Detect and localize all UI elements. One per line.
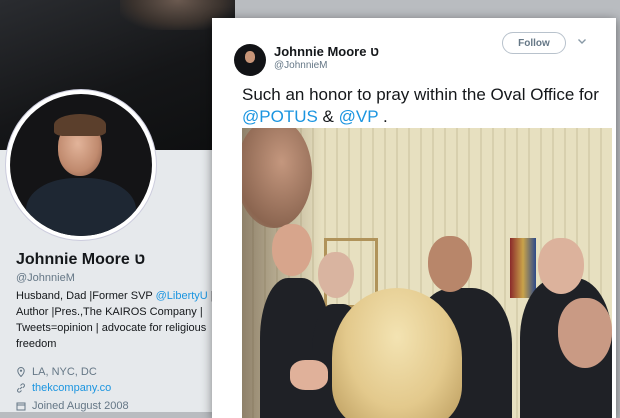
tweet-text-segment: . <box>378 107 388 126</box>
tweet-author-handle[interactable]: @JohnnieM <box>274 60 328 71</box>
tweet-text: Such an honor to pray within the Oval Of… <box>242 84 602 128</box>
profile-handle[interactable]: @JohnnieM <box>16 272 75 284</box>
bio-mention-link[interactable]: @LibertyU <box>156 290 208 302</box>
photo-person-head <box>428 236 472 292</box>
photo-hand <box>290 360 328 390</box>
calendar-icon <box>16 402 26 411</box>
photo-flag <box>510 238 536 298</box>
photo-person-head <box>558 298 612 368</box>
website-link[interactable]: thekcompany.co <box>32 382 111 394</box>
tweet-photo[interactable] <box>242 128 612 418</box>
profile-page-background: Johnnie Moore ט @JohnnieM Husband, Dad |… <box>0 0 235 412</box>
tweet-author-avatar[interactable] <box>234 44 266 76</box>
joined-text: Joined August 2008 <box>32 400 129 412</box>
profile-name: Johnnie Moore ט <box>16 251 146 268</box>
tweet-text-segment: Such an honor to pray within the Oval Of… <box>242 85 599 104</box>
link-icon <box>17 383 25 393</box>
photo-person-head <box>272 224 312 276</box>
profile-location: LA, NYC, DC <box>16 366 97 378</box>
location-pin-icon <box>17 367 25 377</box>
bio-text: Husband, Dad |Former SVP <box>16 290 156 302</box>
profile-bio: Husband, Dad |Former SVP @LibertyU | Aut… <box>16 288 216 352</box>
tweet-author-name[interactable]: Johnnie Moore ט <box>274 44 379 59</box>
profile-website: thekcompany.co <box>16 382 111 394</box>
profile-joined: Joined August 2008 <box>16 400 129 412</box>
follow-button[interactable]: Follow <box>502 32 566 54</box>
photo-person-head <box>318 252 354 298</box>
tweet-card: Johnnie Moore ט @JohnnieM Follow Such an… <box>212 18 616 418</box>
mention-vp-link[interactable]: @VP <box>339 107 379 126</box>
chevron-down-icon[interactable] <box>577 36 587 46</box>
profile-avatar[interactable] <box>6 90 156 240</box>
photo-person-head <box>538 238 584 294</box>
mention-potus-link[interactable]: @POTUS <box>242 107 318 126</box>
photo-blond-head <box>332 288 462 418</box>
tweet-text-segment: & <box>317 107 339 126</box>
location-text: LA, NYC, DC <box>32 366 97 378</box>
